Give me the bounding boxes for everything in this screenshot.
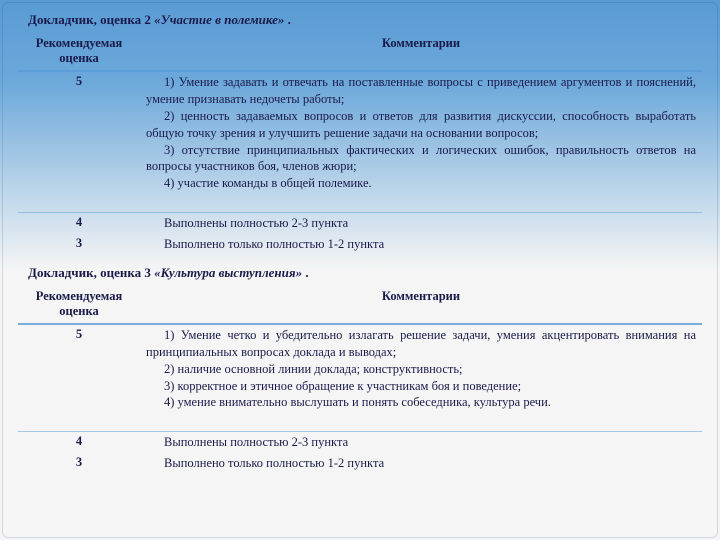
section1-title-prefix: Докладчик, оценка 2 xyxy=(28,12,154,27)
table-row: 5 1) Умение задавать и отвечать на поста… xyxy=(18,71,702,213)
section1-table: Рекомендуемая оценка Комментарии 5 1) Ум… xyxy=(18,34,702,255)
section1-r3-score: 3 xyxy=(18,234,140,255)
section2-title-italic: «Культура выступления» xyxy=(154,265,302,280)
section1-r3-comment: Выполнено только полностью 1-2 пункта xyxy=(140,234,702,255)
document-content: Докладчик, оценка 2 «Участие в полемике»… xyxy=(0,0,720,492)
section2-r5-c2: 2) наличие основной линии доклада; конст… xyxy=(164,362,463,376)
section1-r5-c1: 1) Умение задавать и отвечать на поставл… xyxy=(146,75,696,106)
section1-title: Докладчик, оценка 2 «Участие в полемике»… xyxy=(28,12,702,28)
section2-r5-comment: 1) Умение четко и убедительно излагать р… xyxy=(140,324,702,432)
section1-r4-comment: Выполнены полностью 2-3 пункта xyxy=(140,213,702,234)
section1-r5-c3: 3) отсутствие принципиальных фактических… xyxy=(146,143,696,174)
section2-title-prefix: Докладчик, оценка 3 xyxy=(28,265,154,280)
section2-r3-comment: Выполнено только полностью 1-2 пункта xyxy=(140,453,702,474)
table-row: 5 1) Умение четко и убедительно излагать… xyxy=(18,324,702,432)
section2-title-suffix: . xyxy=(302,265,309,280)
section1-r5-score: 5 xyxy=(18,71,140,213)
table-row: 3 Выполнено только полностью 1-2 пункта xyxy=(18,453,702,474)
section1-header-comment: Комментарии xyxy=(140,34,702,71)
section2-r4-comment: Выполнены полностью 2-3 пункта xyxy=(140,432,702,453)
section2-table: Рекомендуемая оценка Комментарии 5 1) Ум… xyxy=(18,287,702,474)
section1-r5-comment: 1) Умение задавать и отвечать на поставл… xyxy=(140,71,702,213)
section2-r5-c1: 1) Умение четко и убедительно излагать р… xyxy=(146,328,696,359)
section2-r5-c4: 4) умение внимательно выслушать и понять… xyxy=(164,395,551,409)
section2-title: Докладчик, оценка 3 «Культура выступлени… xyxy=(28,265,702,281)
section1-title-italic: «Участие в полемике» xyxy=(154,12,284,27)
section1-r5-c4: 4) участие команды в общей полемике. xyxy=(164,176,372,190)
section1-r5-c2: 2) ценность задаваемых вопросов и ответо… xyxy=(146,109,696,140)
section2-header-score: Рекомендуемая оценка xyxy=(18,287,140,324)
section1-title-suffix: . xyxy=(284,12,291,27)
section2-r5-score: 5 xyxy=(18,324,140,432)
section2-r4-score: 4 xyxy=(18,432,140,453)
table-row: 4 Выполнены полностью 2-3 пункта xyxy=(18,432,702,453)
section2-header-comment: Комментарии xyxy=(140,287,702,324)
section2-r3-score: 3 xyxy=(18,453,140,474)
section1-header-score: Рекомендуемая оценка xyxy=(18,34,140,71)
section1-r4-score: 4 xyxy=(18,213,140,234)
section2-r5-c3: 3) корректное и этичное обращение к учас… xyxy=(164,379,521,393)
table-row: 3 Выполнено только полностью 1-2 пункта xyxy=(18,234,702,255)
table-row: 4 Выполнены полностью 2-3 пункта xyxy=(18,213,702,234)
